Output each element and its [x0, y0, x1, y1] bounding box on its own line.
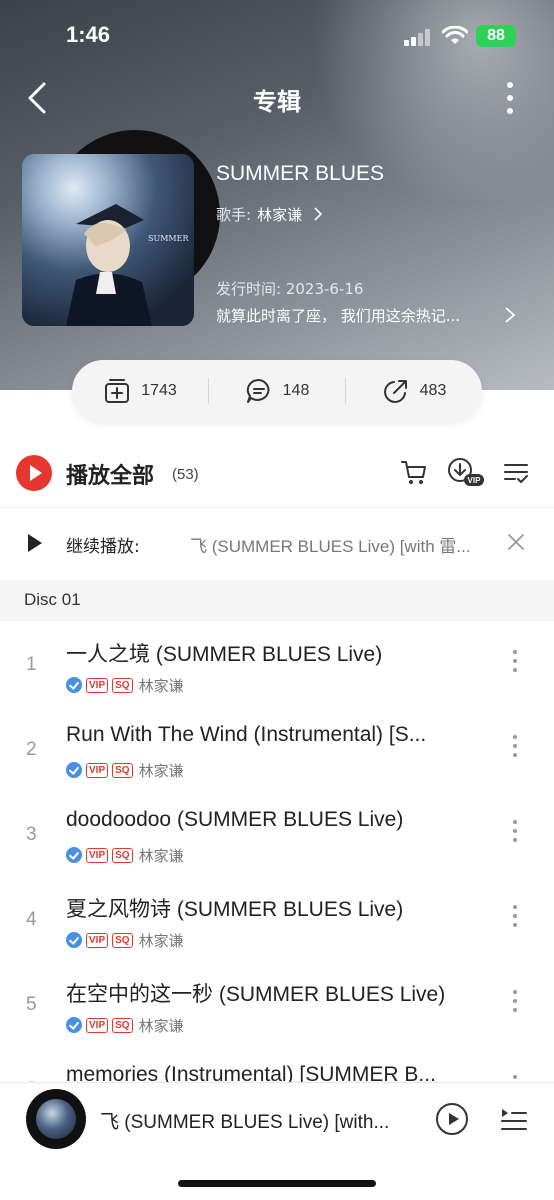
battery-indicator: 88	[476, 25, 516, 47]
share-icon	[383, 380, 407, 403]
multi-select-icon[interactable]	[503, 460, 529, 486]
status-time: 1:46	[66, 22, 111, 47]
artist-link[interactable]: 歌手: 林家谦	[216, 204, 323, 225]
sq-badge: SQ	[112, 932, 133, 948]
cart-icon[interactable]	[400, 458, 428, 486]
disc-header: Disc 01	[0, 580, 554, 622]
vip-badge: VIP	[86, 847, 109, 863]
verified-icon	[66, 847, 82, 863]
now-playing-cover	[36, 1099, 76, 1139]
track-number: 1	[26, 654, 37, 675]
continue-label: 继续播放:	[66, 537, 140, 557]
play-button-icon[interactable]	[436, 1103, 468, 1135]
play-all-icon[interactable]	[16, 455, 52, 491]
track-meta: VIP SQ 林家谦	[66, 761, 184, 780]
cover-artist-figure	[66, 204, 152, 326]
track-number: 5	[26, 994, 37, 1015]
track-number: 3	[26, 824, 37, 845]
artist-name: 林家谦	[257, 206, 303, 224]
track-artist: 林家谦	[138, 676, 184, 695]
album-title: SUMMER BLUES	[216, 162, 385, 185]
add-to-collection-icon	[105, 379, 130, 403]
sq-badge: SQ	[112, 677, 133, 693]
track-title: Run With The Wind (Instrumental) [S...	[66, 723, 427, 746]
track-meta: VIP SQ 林家谦	[66, 846, 184, 865]
play-icon	[28, 534, 42, 552]
vip-badge: VIP	[86, 1017, 109, 1033]
verified-icon	[66, 762, 82, 778]
track-row[interactable]: 3 doodoodoo (SUMMER BLUES Live) VIP SQ 林…	[0, 792, 554, 877]
track-number: 2	[26, 739, 37, 760]
play-all-label[interactable]: 播放全部	[66, 458, 154, 490]
chevron-right-icon[interactable]	[503, 306, 517, 324]
share-button[interactable]: 483	[346, 377, 482, 405]
track-title: 夏之风物诗 (SUMMER BLUES Live)	[66, 898, 404, 921]
track-artist: 林家谦	[138, 846, 184, 865]
vip-badge: VIP	[86, 932, 109, 948]
track-artist: 林家谦	[138, 761, 184, 780]
comment-count: 148	[282, 382, 310, 399]
track-more-icon[interactable]	[510, 650, 520, 676]
verified-icon	[66, 677, 82, 693]
sq-badge: SQ	[112, 762, 133, 778]
artist-label: 歌手:	[216, 206, 252, 224]
close-icon[interactable]	[506, 532, 526, 552]
track-more-icon[interactable]	[510, 735, 520, 761]
track-title: doodoodoo (SUMMER BLUES Live)	[66, 808, 404, 831]
continue-track-title: 飞 (SUMMER BLUES Live) [with 雷...	[190, 537, 471, 556]
page-title: 专辑	[253, 88, 301, 116]
track-meta: VIP SQ 林家谦	[66, 676, 184, 695]
verified-icon	[66, 1017, 82, 1033]
comment-icon	[246, 378, 270, 403]
verified-icon	[66, 932, 82, 948]
now-playing-disc[interactable]	[26, 1089, 86, 1149]
album-description[interactable]: 就算此时离了座， 我们用这余热记...	[216, 305, 516, 326]
track-meta: VIP SQ 林家谦	[66, 1016, 184, 1035]
more-options-icon[interactable]	[498, 78, 522, 118]
disc-label: Disc 01	[24, 590, 81, 609]
collect-button[interactable]: 1743	[72, 377, 208, 405]
track-artist: 林家谦	[138, 931, 184, 950]
home-indicator	[178, 1180, 376, 1187]
cover-title-text: SUMMER	[148, 234, 189, 243]
playlist-icon[interactable]	[500, 1105, 528, 1133]
track-number: 4	[26, 909, 37, 930]
track-more-icon[interactable]	[510, 905, 520, 931]
track-meta: VIP SQ 林家谦	[66, 931, 184, 950]
collect-count: 1743	[141, 382, 177, 399]
track-count: (53)	[172, 466, 199, 483]
wifi-icon	[442, 26, 468, 44]
status-bar: 1:46 88	[0, 0, 554, 70]
chevron-right-icon	[314, 207, 322, 221]
track-more-icon[interactable]	[510, 990, 520, 1016]
track-title: 在空中的这一秒 (SUMMER BLUES Live)	[66, 983, 446, 1006]
sq-badge: SQ	[112, 1017, 133, 1033]
release-date: 发行时间: 2023-6-16	[216, 280, 364, 298]
track-row[interactable]: 2 Run With The Wind (Instrumental) [S...…	[0, 707, 554, 792]
track-row[interactable]: 5 在空中的这一秒 (SUMMER BLUES Live) VIP SQ 林家谦	[0, 962, 554, 1047]
continue-playback-row[interactable]: 继续播放: 飞 (SUMMER BLUES Live) [with 雷...	[0, 508, 554, 578]
cellular-signal-icon	[404, 28, 434, 46]
vip-badge: VIP	[86, 677, 109, 693]
svg-text:VIP: VIP	[468, 476, 482, 485]
vip-badge: VIP	[86, 762, 109, 778]
track-row[interactable]: 1 一人之境 (SUMMER BLUES Live) VIP SQ 林家谦	[0, 622, 554, 707]
album-cover[interactable]: SUMMER	[22, 154, 194, 326]
now-playing-title[interactable]: 飞 (SUMMER BLUES Live) [with...	[100, 1107, 416, 1134]
track-artist: 林家谦	[138, 1016, 184, 1035]
vip-download-icon[interactable]: VIP	[446, 456, 486, 488]
track-more-icon[interactable]	[510, 820, 520, 846]
comments-button[interactable]: 148	[209, 377, 345, 405]
share-count: 483	[419, 382, 447, 399]
sq-badge: SQ	[112, 847, 133, 863]
track-title: 一人之境 (SUMMER BLUES Live)	[66, 643, 383, 666]
track-row[interactable]: 4 夏之风物诗 (SUMMER BLUES Live) VIP SQ 林家谦	[0, 877, 554, 962]
album-stats-bar: 1743 148 483	[72, 360, 482, 422]
